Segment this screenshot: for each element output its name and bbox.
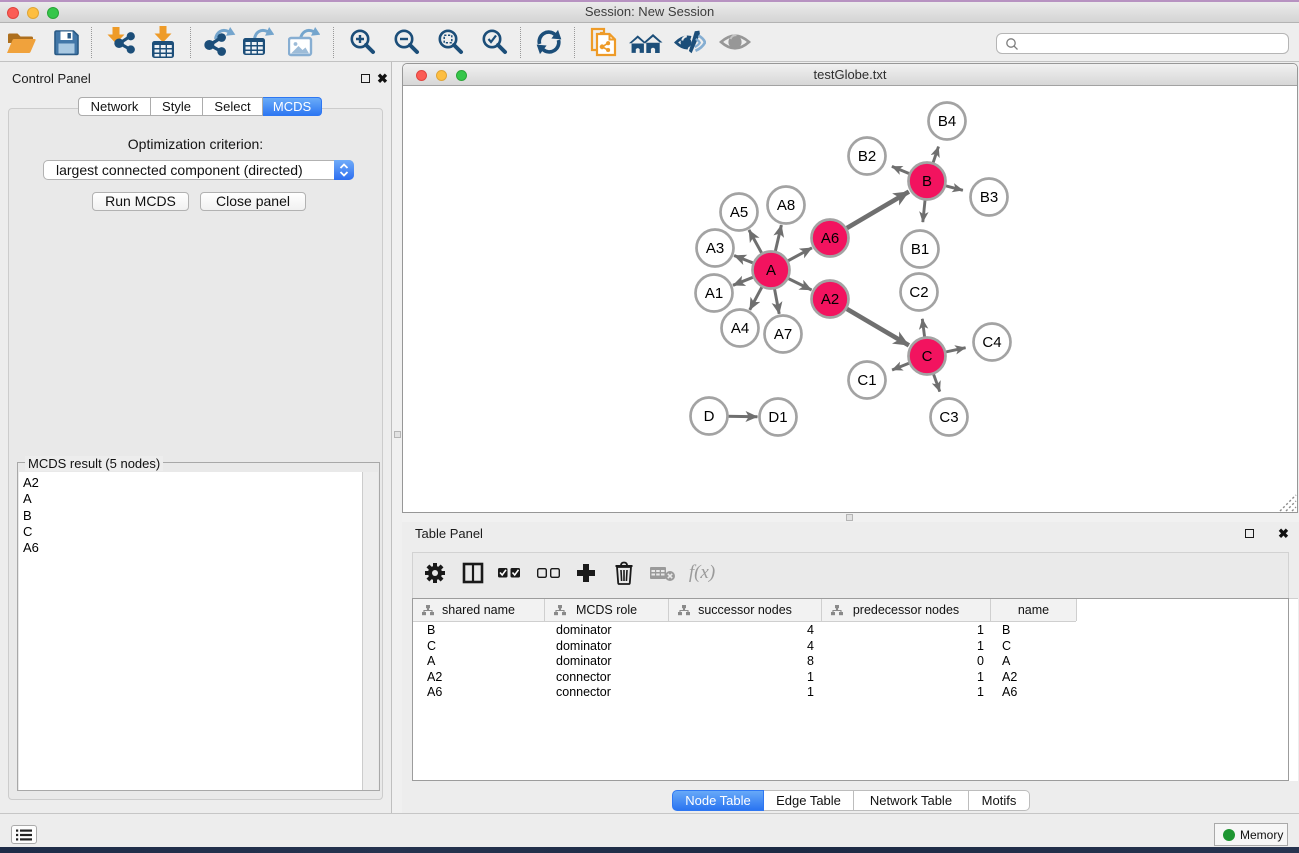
svg-text:C: C <box>922 348 933 365</box>
svg-text:A8: A8 <box>777 197 795 214</box>
svg-text:C1: C1 <box>857 372 876 389</box>
svg-text:D: D <box>704 408 715 425</box>
svg-text:D1: D1 <box>768 409 787 426</box>
svg-text:A1: A1 <box>705 285 723 302</box>
svg-text:A5: A5 <box>730 204 748 221</box>
svg-text:A6: A6 <box>821 230 839 247</box>
svg-text:C2: C2 <box>909 284 928 301</box>
svg-text:C3: C3 <box>939 409 958 426</box>
svg-text:B2: B2 <box>858 148 876 165</box>
svg-text:B3: B3 <box>980 189 998 206</box>
svg-text:A2: A2 <box>821 291 839 308</box>
svg-text:B4: B4 <box>938 113 956 130</box>
svg-text:C4: C4 <box>982 334 1001 351</box>
svg-text:A3: A3 <box>706 240 724 257</box>
svg-text:B: B <box>922 173 932 190</box>
svg-text:A7: A7 <box>774 326 792 343</box>
svg-text:B1: B1 <box>911 241 929 258</box>
svg-text:A: A <box>766 262 776 279</box>
svg-text:A4: A4 <box>731 320 749 337</box>
